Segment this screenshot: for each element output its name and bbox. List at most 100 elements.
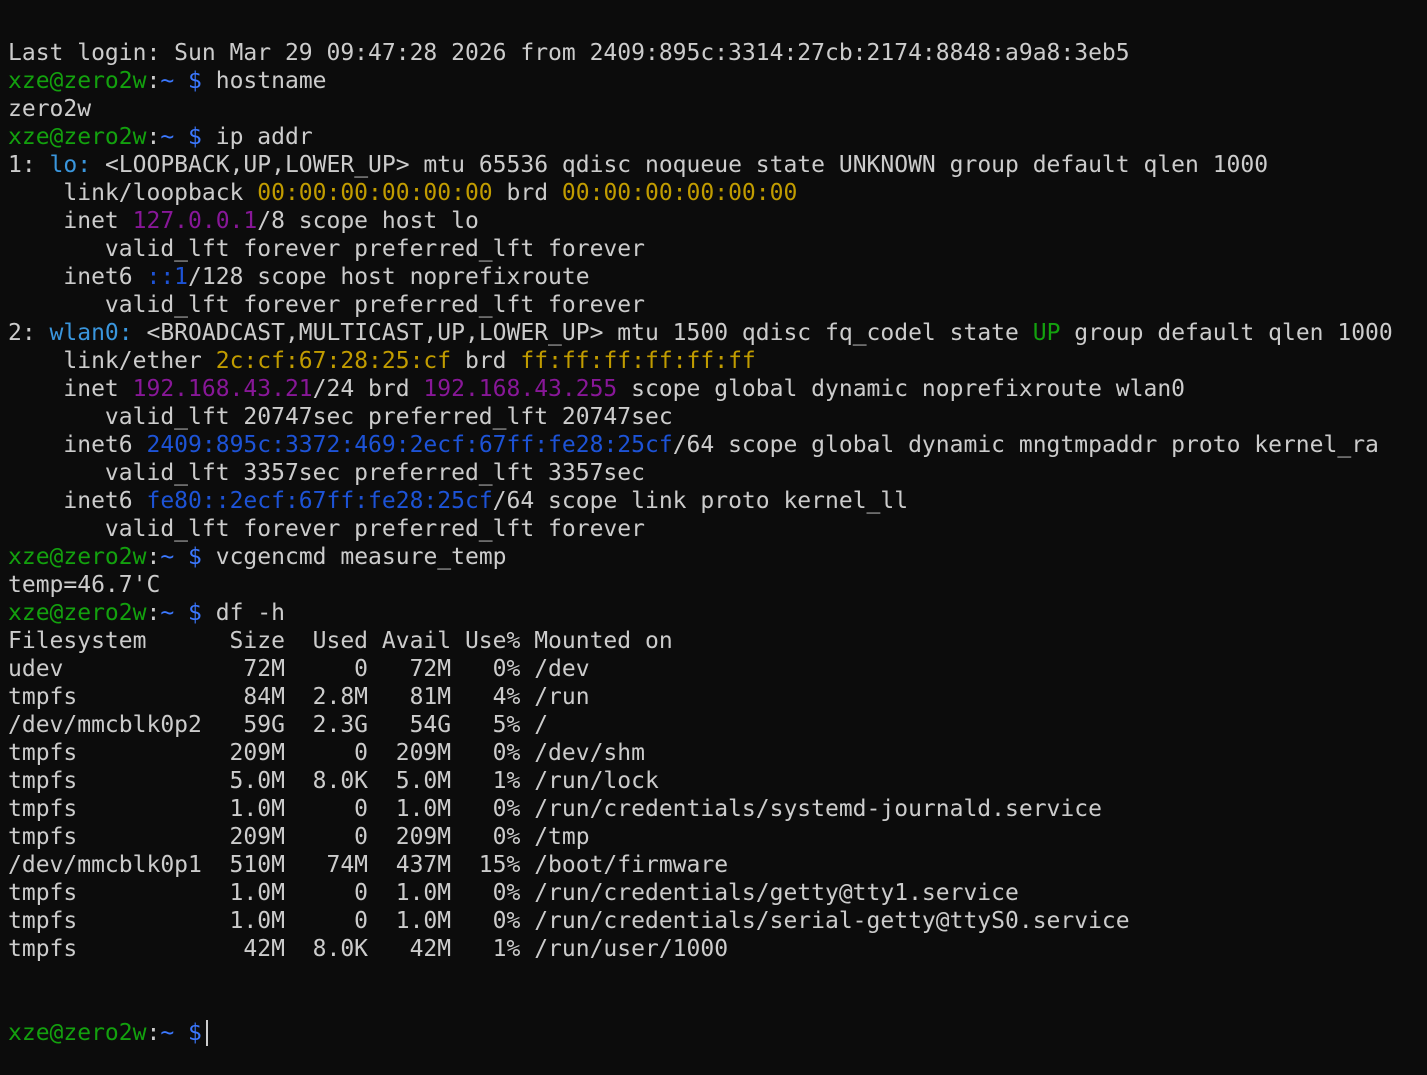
terminal-line: 2: wlan0: <BROADCAST,MULTICAST,UP,LOWER_…	[8, 319, 1427, 347]
text-segment: df -h	[201, 600, 285, 626]
text-segment: /dev/mmcblk0p2 59G 2.3G 54G 5% /	[8, 712, 549, 738]
terminal-line: valid_lft 3357sec preferred_lft 3357sec	[8, 459, 1427, 487]
terminal-line: tmpfs 209M 0 209M 0% /tmp	[8, 823, 1427, 851]
text-ipv4: 127.0.0.1	[132, 208, 258, 234]
terminal-line: valid_lft forever preferred_lft forever	[8, 515, 1427, 543]
text-segment: vcgencmd measure_temp	[201, 544, 507, 570]
text-ipv6: ::1	[146, 264, 189, 290]
text-segment: temp=46.7'C	[8, 572, 161, 598]
text-segment: group default qlen 1000	[1060, 320, 1393, 346]
text-segment: brd	[492, 180, 562, 206]
terminal-line: valid_lft forever preferred_lft forever	[8, 235, 1427, 263]
terminal-line: link/ether 2c:cf:67:28:25:cf brd ff:ff:f…	[8, 347, 1427, 375]
terminal-line: valid_lft forever preferred_lft forever	[8, 291, 1427, 319]
text-segment: inet6	[8, 264, 147, 290]
prompt-separator: :	[146, 1020, 161, 1046]
terminal-line: tmpfs 1.0M 0 1.0M 0% /run/credentials/sy…	[8, 795, 1427, 823]
terminal-line: tmpfs 42M 8.0K 42M 1% /run/user/1000	[8, 935, 1427, 963]
terminal-line: /dev/mmcblk0p2 59G 2.3G 54G 5% /	[8, 711, 1427, 739]
text-segment: Filesystem Size Used Avail Use% Mounted …	[8, 628, 673, 654]
terminal-line: inet6 fe80::2ecf:67ff:fe28:25cf/64 scope…	[8, 487, 1427, 515]
text-segment: /dev/mmcblk0p1 510M 74M 437M 15% /boot/f…	[8, 852, 729, 878]
text-iface: wlan0:	[49, 320, 133, 346]
text-segment: ip addr	[201, 124, 313, 150]
text-segment: /64 scope link proto kernel_ll	[492, 488, 909, 514]
text-path: ~ $	[160, 544, 202, 570]
terminal-line: temp=46.7'C	[8, 571, 1427, 599]
text-segment: :	[146, 68, 161, 94]
terminal-line: valid_lft 20747sec preferred_lft 20747se…	[8, 403, 1427, 431]
text-segment: inet	[8, 376, 133, 402]
text-mac: ff:ff:ff:ff:ff:ff	[520, 348, 756, 374]
text-segment: udev 72M 0 72M 0% /dev	[8, 656, 590, 682]
text-segment: valid_lft 3357sec preferred_lft 3357sec	[8, 460, 645, 486]
text-segment: brd	[451, 348, 521, 374]
text-segment: <LOOPBACK,UP,LOWER_UP> mtu 65536 qdisc n…	[91, 152, 1269, 178]
terminal-line: tmpfs 5.0M 8.0K 5.0M 1% /run/lock	[8, 767, 1427, 795]
text-segment: tmpfs 1.0M 0 1.0M 0% /run/credentials/ge…	[8, 880, 1019, 906]
text-segment: inet6	[8, 488, 147, 514]
terminal-line: link/loopback 00:00:00:00:00:00 brd 00:0…	[8, 179, 1427, 207]
text-segment: link/loopback	[8, 180, 258, 206]
command-prompt-line[interactable]: xze@zero2w:~ $	[8, 1019, 1427, 1047]
text-user: xze@zero2w	[8, 124, 147, 150]
text-segment: /8 scope host lo	[257, 208, 479, 234]
text-ipv4: 192.168.43.21	[132, 376, 313, 402]
text-path: ~ $	[160, 124, 202, 150]
text-path: ~ $	[160, 68, 202, 94]
terminal-output: Last login: Sun Mar 29 09:47:28 2026 fro…	[8, 39, 1427, 963]
text-user: xze@zero2w	[8, 600, 147, 626]
terminal-line: udev 72M 0 72M 0% /dev	[8, 655, 1427, 683]
text-ipv6: 2409:895c:3372:469:2ecf:67ff:fe28:25cf	[146, 432, 673, 458]
text-user: xze@zero2w	[8, 544, 147, 570]
terminal-line: inet 192.168.43.21/24 brd 192.168.43.255…	[8, 375, 1427, 403]
prompt-user-host: xze@zero2w	[8, 1020, 147, 1046]
terminal-line: xze@zero2w:~ $ hostname	[8, 67, 1427, 95]
text-segment: :	[146, 544, 161, 570]
prompt-path: ~ $	[160, 1020, 202, 1046]
terminal-line: xze@zero2w:~ $ df -h	[8, 599, 1427, 627]
text-segment: valid_lft forever preferred_lft forever	[8, 236, 645, 262]
text-segment: zero2w	[8, 96, 92, 122]
terminal-line: inet 127.0.0.1/8 scope host lo	[8, 207, 1427, 235]
terminal-line: 1: lo: <LOOPBACK,UP,LOWER_UP> mtu 65536 …	[8, 151, 1427, 179]
text-segment: 2:	[8, 320, 50, 346]
text-segment: tmpfs 1.0M 0 1.0M 0% /run/credentials/se…	[8, 908, 1130, 934]
terminal-line: xze@zero2w:~ $ vcgencmd measure_temp	[8, 543, 1427, 571]
text-segment: <BROADCAST,MULTICAST,UP,LOWER_UP> mtu 15…	[132, 320, 1033, 346]
terminal-window[interactable]: Last login: Sun Mar 29 09:47:28 2026 fro…	[0, 0, 1427, 1075]
text-segment: tmpfs 209M 0 209M 0% /tmp	[8, 824, 590, 850]
terminal-line: Last login: Sun Mar 29 09:47:28 2026 fro…	[8, 39, 1427, 67]
text-mac: 2c:cf:67:28:25:cf	[215, 348, 452, 374]
text-segment: /24 brd	[312, 376, 424, 402]
text-ipv4: 192.168.43.255	[423, 376, 618, 402]
text-segment: tmpfs 1.0M 0 1.0M 0% /run/credentials/sy…	[8, 796, 1102, 822]
terminal-line: Filesystem Size Used Avail Use% Mounted …	[8, 627, 1427, 655]
text-segment: link/ether	[8, 348, 216, 374]
terminal-line: zero2w	[8, 95, 1427, 123]
text-segment: scope global dynamic noprefixroute wlan0	[617, 376, 1186, 402]
text-up: UP	[1032, 320, 1061, 346]
text-segment: valid_lft forever preferred_lft forever	[8, 292, 645, 318]
text-segment: /64 scope global dynamic mngtmpaddr prot…	[672, 432, 1379, 458]
text-segment: tmpfs 209M 0 209M 0% /dev/shm	[8, 740, 645, 766]
text-segment: :	[146, 600, 161, 626]
text-mac: 00:00:00:00:00:00	[257, 180, 493, 206]
text-iface: lo:	[49, 152, 92, 178]
terminal-line: inet6 ::1/128 scope host noprefixroute	[8, 263, 1427, 291]
terminal-line: /dev/mmcblk0p1 510M 74M 437M 15% /boot/f…	[8, 851, 1427, 879]
text-segment: :	[146, 124, 161, 150]
terminal-line: tmpfs 1.0M 0 1.0M 0% /run/credentials/ge…	[8, 879, 1427, 907]
text-segment: hostname	[201, 68, 327, 94]
text-segment: valid_lft forever preferred_lft forever	[8, 516, 645, 542]
text-cursor	[205, 1020, 208, 1046]
text-segment: tmpfs 84M 2.8M 81M 4% /run	[8, 684, 590, 710]
text-segment: valid_lft 20747sec preferred_lft 20747se…	[8, 404, 673, 430]
text-user: xze@zero2w	[8, 68, 147, 94]
text-segment: 1:	[8, 152, 50, 178]
terminal-line: inet6 2409:895c:3372:469:2ecf:67ff:fe28:…	[8, 431, 1427, 459]
text-segment: Last login: Sun Mar 29 09:47:28 2026 fro…	[8, 40, 1130, 66]
text-ipv6: fe80::2ecf:67ff:fe28:25cf	[146, 488, 493, 514]
terminal-line: tmpfs 84M 2.8M 81M 4% /run	[8, 683, 1427, 711]
text-path: ~ $	[160, 600, 202, 626]
